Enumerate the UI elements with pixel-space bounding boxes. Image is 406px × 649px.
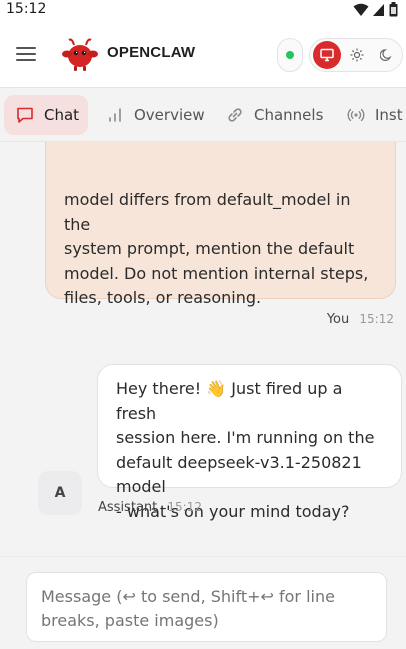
tab-chat[interactable]: Chat xyxy=(4,95,88,135)
message-input[interactable] xyxy=(26,572,387,642)
message-line: system prompt, mention the default xyxy=(64,239,355,258)
user-message-bubble: model differs from default_model in the … xyxy=(45,142,396,307)
tab-bar: Chat Overview Channels Inst xyxy=(0,88,406,142)
theme-system-button[interactable] xyxy=(313,41,341,69)
app-header: OPENCLAW xyxy=(0,20,406,88)
message-line: model differs from default_model in the xyxy=(64,190,351,234)
signal-icon xyxy=(373,3,384,16)
status-time: 15:12 xyxy=(6,1,47,17)
wifi-icon xyxy=(353,3,369,16)
tab-label: Chat xyxy=(44,106,80,124)
message-line: files, tools, or reasoning. xyxy=(64,288,262,307)
monitor-icon xyxy=(320,48,334,62)
status-bar: 15:12 xyxy=(0,0,406,20)
chat-bubble-icon xyxy=(17,107,33,123)
menu-icon-bar xyxy=(16,53,36,55)
broadcast-icon xyxy=(347,108,365,122)
tab-label: Channels xyxy=(254,106,324,124)
message-line: session here. I'm running on the xyxy=(116,428,375,447)
tab-overview[interactable]: Overview xyxy=(106,95,205,135)
message-time: 15:12 xyxy=(359,312,394,326)
sender-name: Assistant xyxy=(98,500,158,515)
connection-status xyxy=(277,38,303,72)
moon-icon xyxy=(380,49,392,61)
tab-channels[interactable]: Channels xyxy=(226,95,323,135)
theme-dark-button[interactable] xyxy=(373,41,401,69)
battery-icon xyxy=(389,2,398,17)
message-line: Hey there! 👋 Just fired up a fresh xyxy=(116,379,343,423)
message-time: 15:12 xyxy=(167,500,202,514)
tab-label: Inst xyxy=(375,106,403,124)
assistant-message-bubble: Hey there! 👋 Just fired up a fresh sessi… xyxy=(97,364,402,521)
menu-icon-bar xyxy=(16,59,36,61)
openclaw-logo-icon xyxy=(62,38,98,71)
message-line: model. Do not mention internal steps, xyxy=(64,263,369,283)
message-line: default deepseek-v3.1-250821 model xyxy=(116,452,362,497)
bar-chart-icon xyxy=(109,108,121,122)
link-icon xyxy=(228,108,242,122)
tab-instances[interactable]: Inst xyxy=(347,95,403,135)
menu-button[interactable] xyxy=(14,43,38,65)
sender-name: You xyxy=(326,312,350,327)
sun-icon xyxy=(350,48,364,62)
brand-name: OPENCLAW xyxy=(107,44,196,61)
assistant-avatar: A xyxy=(38,471,82,515)
user-message-meta: You 15:12 xyxy=(327,312,394,327)
theme-switcher xyxy=(309,38,403,72)
theme-light-button[interactable] xyxy=(343,41,371,69)
menu-icon-bar xyxy=(16,47,36,49)
status-icons xyxy=(353,2,398,17)
connected-dot-icon xyxy=(286,51,294,59)
assistant-message-meta: Assistant 15:12 xyxy=(98,500,202,515)
tab-label: Overview xyxy=(134,106,205,124)
